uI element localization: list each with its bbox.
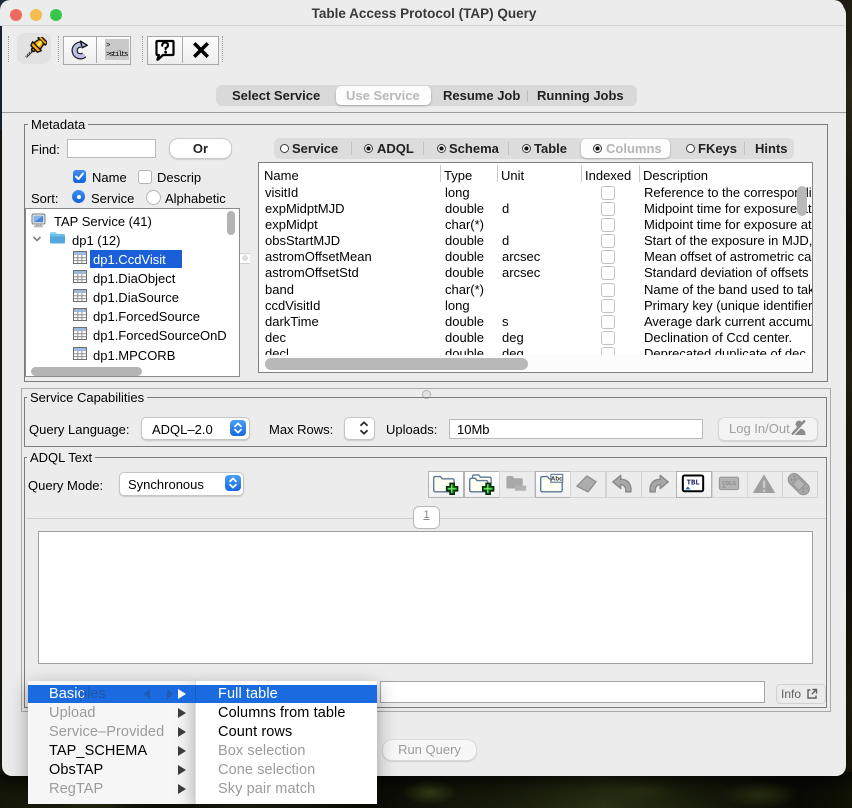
svg-text:>: >	[106, 42, 111, 50]
svg-text:TBL: TBL	[687, 479, 700, 487]
svg-text:>stilts: >stilts	[106, 50, 129, 59]
svg-text:Abc: Abc	[551, 476, 563, 483]
